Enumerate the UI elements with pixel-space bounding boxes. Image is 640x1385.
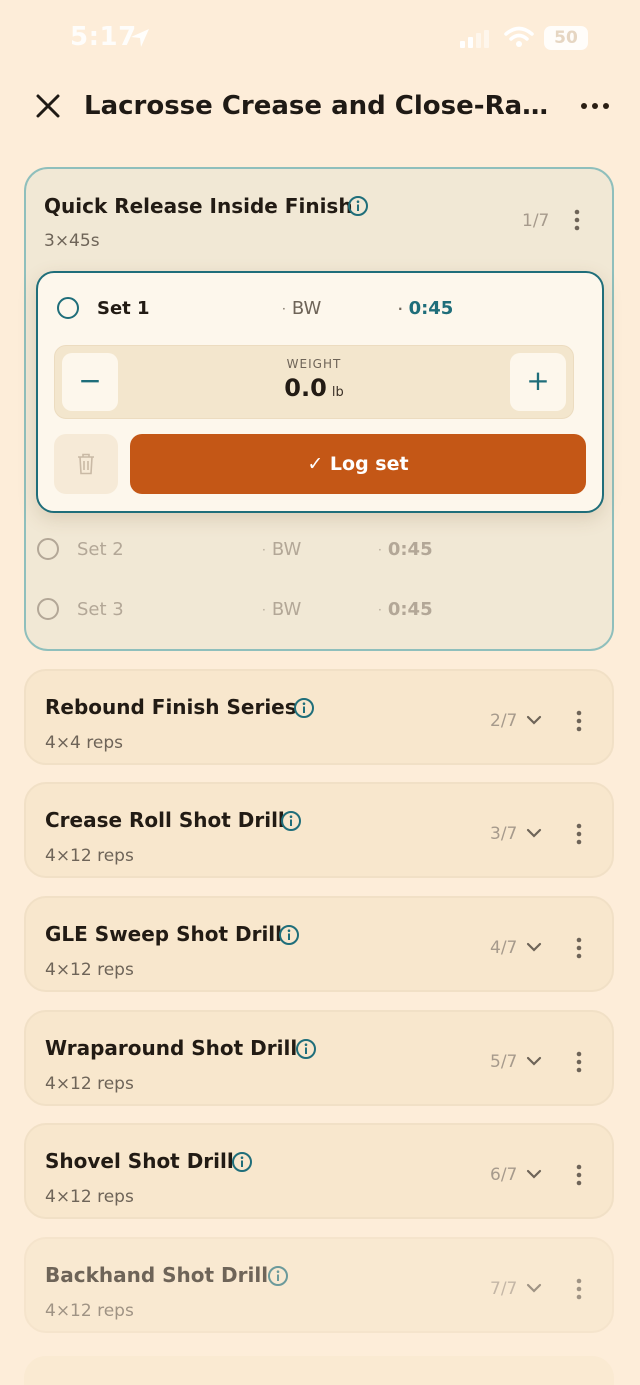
exercise-scheme: 4×12 reps: [45, 846, 134, 866]
chevron-down-icon[interactable]: [526, 1168, 542, 1180]
exercise-name: Quick Release Inside Finish: [44, 194, 353, 218]
exercise-position: 7/7: [490, 1279, 518, 1299]
log-set-button[interactable]: ✓ Log set: [130, 434, 586, 494]
exercise-scheme: 4×12 reps: [45, 1301, 134, 1321]
exercise-name: Crease Roll Shot Drill: [45, 808, 285, 832]
set-2-checkbox[interactable]: [37, 538, 59, 560]
exercise-scheme: 3×45s: [44, 231, 100, 251]
exercise-card[interactable]: Backhand Shot Drill 4×12 reps 7/7: [24, 1237, 614, 1333]
exercise-menu-icon[interactable]: [575, 823, 583, 845]
location-arrow-icon: [131, 29, 149, 47]
chevron-down-icon[interactable]: [526, 1055, 542, 1067]
info-icon[interactable]: [280, 810, 302, 832]
set-2-time: · 0:45: [378, 539, 433, 560]
exercise-position: 4/7: [490, 938, 518, 958]
weight-label: WEIGHT: [286, 357, 342, 371]
exercise-scheme: 4×12 reps: [45, 1074, 134, 1094]
info-icon[interactable]: [231, 1151, 253, 1173]
page-title: Lacrosse Crease and Close-Rang…: [84, 91, 564, 121]
exercise-menu-icon[interactable]: [575, 1164, 583, 1186]
exercise-name: GLE Sweep Shot Drill: [45, 922, 283, 946]
chevron-down-icon[interactable]: [526, 827, 542, 839]
exercise-position: 6/7: [490, 1165, 518, 1185]
exercise-name: Wraparound Shot Drill: [45, 1036, 298, 1060]
exercise-scheme: 4×12 reps: [45, 1187, 134, 1207]
exercise-card[interactable]: Rebound Finish Series 4×4 reps 2/7: [24, 669, 614, 765]
set-3-label: Set 3: [77, 599, 124, 620]
cellular-signal-icon: [460, 30, 489, 48]
set-load: · BW: [282, 298, 322, 319]
more-options-button[interactable]: [578, 94, 612, 118]
exercise-scheme: 4×4 reps: [45, 733, 124, 753]
info-icon[interactable]: [347, 195, 369, 217]
chevron-down-icon[interactable]: [526, 941, 542, 953]
chevron-down-icon[interactable]: [526, 714, 542, 726]
set-label: Set 1: [97, 298, 150, 319]
info-icon[interactable]: [293, 697, 315, 719]
exercise-menu-icon[interactable]: [575, 1051, 583, 1073]
exercise-menu-icon[interactable]: [575, 710, 583, 732]
set-2-load: · BW: [262, 539, 302, 560]
battery-indicator: 50: [544, 26, 588, 50]
status-time: 5:17: [70, 22, 137, 52]
exercise-menu-icon[interactable]: [575, 1278, 583, 1300]
weight-value-display: 0.0 lb: [284, 374, 344, 402]
set-3-load: · BW: [262, 599, 302, 620]
wifi-icon: [504, 26, 534, 47]
exercise-card[interactable]: Wraparound Shot Drill 4×12 reps 5/7: [24, 1010, 614, 1106]
exercise-card[interactable]: Crease Roll Shot Drill 4×12 reps 3/7: [24, 782, 614, 878]
set-3-time: · 0:45: [378, 599, 433, 620]
info-icon[interactable]: [295, 1038, 317, 1060]
exercise-position: 5/7: [490, 1052, 518, 1072]
close-button[interactable]: [32, 90, 64, 122]
increase-weight-button[interactable]: +: [510, 353, 566, 411]
info-icon[interactable]: [278, 924, 300, 946]
decrease-weight-button[interactable]: −: [62, 353, 118, 411]
exercise-card[interactable]: Shovel Shot Drill 4×12 reps 6/7: [24, 1123, 614, 1219]
set-complete-checkbox[interactable]: [57, 297, 79, 319]
exercise-card[interactable]: GLE Sweep Shot Drill 4×12 reps 4/7: [24, 896, 614, 992]
exercise-card-partial: [24, 1356, 614, 1385]
exercise-position: 2/7: [490, 711, 518, 731]
chevron-down-icon[interactable]: [526, 1282, 542, 1294]
exercise-menu-icon[interactable]: [575, 937, 583, 959]
exercise-name: Rebound Finish Series: [45, 695, 297, 719]
set-time: · 0:45: [398, 298, 454, 319]
set-2-label: Set 2: [77, 539, 124, 560]
exercise-name: Shovel Shot Drill: [45, 1149, 234, 1173]
info-icon[interactable]: [267, 1265, 289, 1287]
trash-icon: [78, 453, 94, 475]
exercise-name: Backhand Shot Drill: [45, 1263, 269, 1287]
set-3-checkbox[interactable]: [37, 598, 59, 620]
exercise-scheme: 4×12 reps: [45, 960, 134, 980]
exercise-position: 1/7: [522, 211, 550, 231]
exercise-position: 3/7: [490, 824, 518, 844]
exercise-menu-icon[interactable]: [573, 209, 581, 231]
delete-set-button[interactable]: [54, 434, 118, 494]
